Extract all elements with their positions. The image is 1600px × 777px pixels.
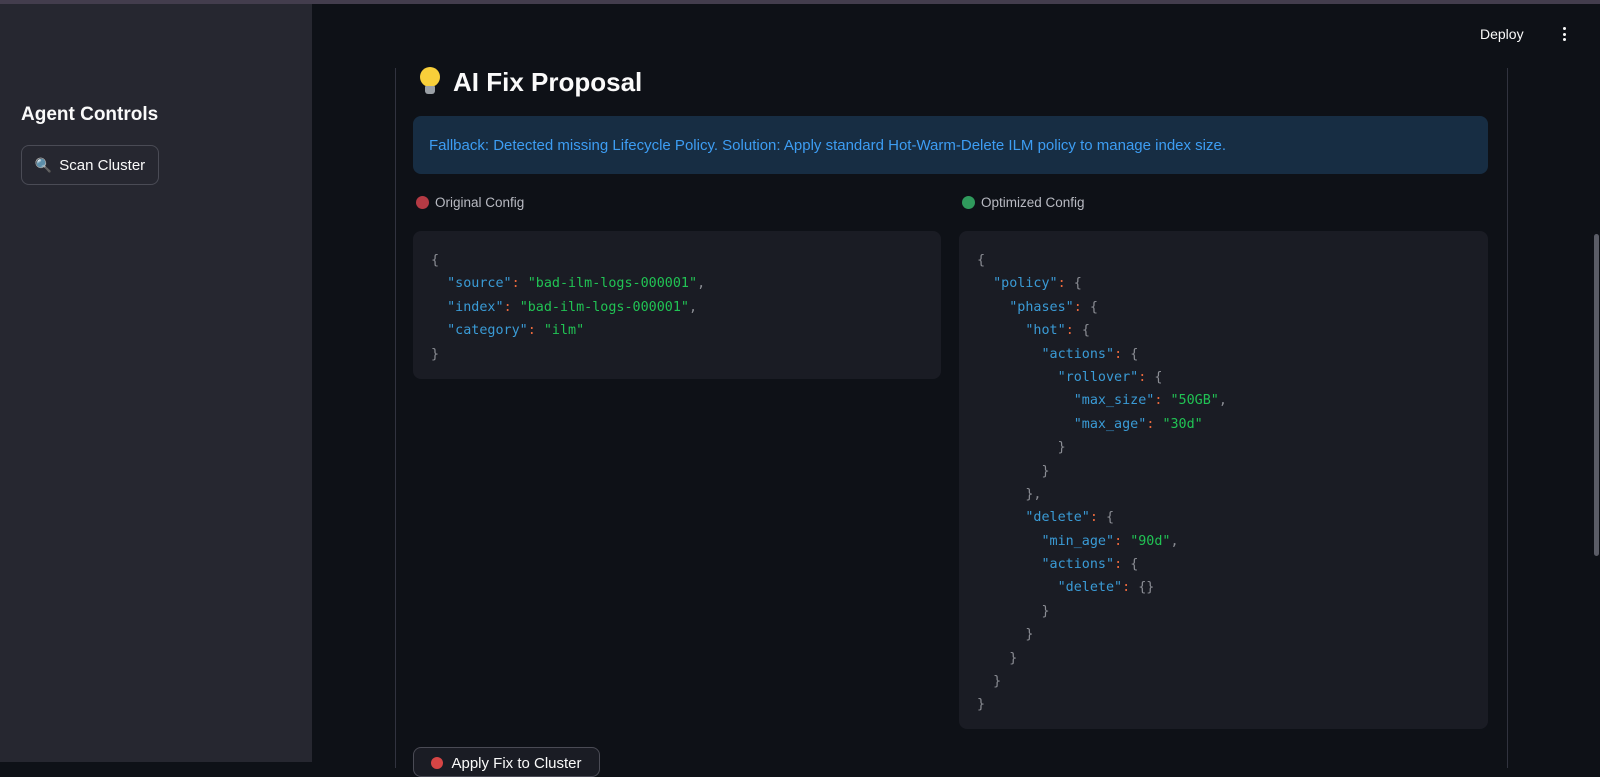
code-line: },	[977, 486, 1042, 502]
optimized-config-code: { "policy": { "phases": { "hot": { "acti…	[959, 231, 1488, 729]
rocket-icon	[431, 757, 444, 769]
code-line: }	[977, 603, 1050, 619]
code-line: }	[977, 627, 1034, 643]
code-line: "delete": {}	[1057, 580, 1155, 596]
scrollbar-thumb[interactable]	[1594, 234, 1599, 556]
sidebar: Agent Controls 🔍 Scan Cluster	[0, 4, 312, 762]
code-line: }	[977, 674, 1002, 690]
info-alert: Fallback: Detected missing Lifecycle Pol…	[413, 116, 1488, 174]
page-title: AI Fix Proposal	[453, 66, 643, 97]
code-line: }	[977, 440, 1066, 456]
apply-fix-button[interactable]: Apply Fix to Cluster	[413, 747, 600, 777]
original-config-label-text: Original Config	[435, 194, 525, 210]
code-line: "delete": {	[1025, 510, 1115, 526]
code-line: }	[977, 697, 986, 713]
code-line: "hot": {	[1025, 323, 1090, 339]
apply-fix-label: Apply Fix to Cluster	[451, 755, 582, 772]
code-line: {	[977, 253, 986, 268]
scan-cluster-button[interactable]: 🔍 Scan Cluster	[21, 145, 159, 185]
kebab-menu-icon[interactable]	[1559, 24, 1569, 44]
sidebar-title: Agent Controls	[21, 104, 159, 125]
code-line: "index": "bad-ilm-logs-000001",	[447, 299, 698, 315]
code-line: "policy": {	[993, 276, 1082, 292]
info-alert-text: Fallback: Detected missing Lifecycle Pol…	[429, 136, 1227, 154]
code-line: }	[977, 650, 1018, 666]
code-line: "min_age": "90d",	[1041, 533, 1179, 549]
original-config-code: { "source": "bad-ilm-logs-000001", "inde…	[413, 231, 941, 379]
code-line: "max_size": "50GB",	[1073, 393, 1227, 409]
optimized-config-label-text: Optimized Config	[981, 194, 1085, 210]
code-line: "phases": {	[1009, 299, 1098, 315]
green-circle-icon	[962, 195, 975, 209]
code-line: "max_age": "30d"	[1073, 416, 1203, 432]
code-line: }	[977, 463, 1050, 479]
code-line: "actions": {	[1041, 557, 1139, 573]
code-line: }	[431, 346, 440, 362]
red-circle-icon	[416, 195, 429, 209]
code-line: "rollover": {	[1057, 369, 1163, 385]
scan-cluster-label: Scan Cluster	[59, 156, 146, 174]
original-config-label: Original Config	[416, 193, 524, 211]
code-line: "category": "ilm"	[447, 323, 585, 339]
code-line: "source": "bad-ilm-logs-000001",	[447, 276, 706, 292]
page-heading: AI Fix Proposal	[419, 62, 642, 102]
code-line: "actions": {	[1041, 346, 1139, 362]
lightbulb-icon	[419, 67, 441, 97]
magnifier-icon: 🔍	[34, 157, 53, 173]
code-line: {	[431, 253, 440, 268]
optimized-config-label: Optimized Config	[962, 193, 1085, 211]
deploy-button[interactable]: Deploy	[1480, 26, 1524, 42]
